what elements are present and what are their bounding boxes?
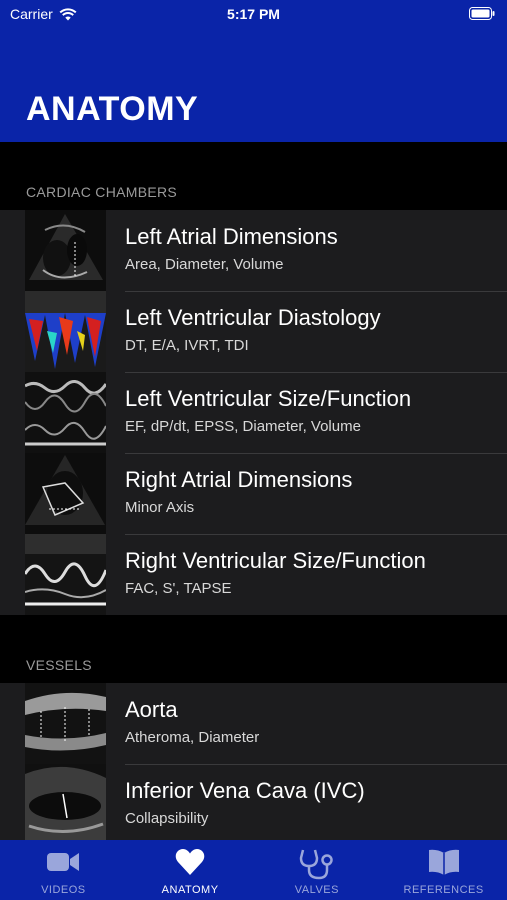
row-subtitle: EF, dP/dt, EPSS, Diameter, Volume (125, 418, 361, 435)
header: Carrier 5:17 PM ANATOMY (0, 0, 507, 142)
tab-references[interactable]: REFERENCES (380, 840, 507, 900)
tab-label: VALVES (294, 884, 339, 896)
m-mode-thumbnail (25, 534, 106, 615)
section-header-vessels: VESSELS (26, 657, 92, 673)
row-subtitle: Atheroma, Diameter (125, 729, 260, 746)
battery-icon (469, 7, 495, 23)
page-title: ANATOMY (26, 90, 199, 128)
tab-videos[interactable]: VIDEOS (0, 840, 127, 900)
row-title: Left Ventricular Size/Function (125, 386, 412, 411)
list-item-right-atrial-dimensions[interactable]: Right Atrial Dimensions Minor Axis (0, 453, 507, 535)
list-item-right-ventricular-size-function[interactable]: Right Ventricular Size/Function FAC, S',… (0, 534, 507, 615)
list-item-inferior-vena-cava[interactable]: Inferior Vena Cava (IVC) Collapsibility (0, 764, 507, 845)
m-mode-thumbnail (25, 372, 106, 453)
row-subtitle: FAC, S', TAPSE (125, 580, 232, 597)
section-header-cardiac-chambers: CARDIAC CHAMBERS (26, 184, 178, 200)
tab-label: VIDEOS (41, 884, 86, 896)
list-item-aorta[interactable]: Aorta Atheroma, Diameter (0, 683, 507, 765)
echo-thumbnail (25, 683, 106, 764)
clock: 5:17 PM (227, 6, 280, 22)
heart-icon (127, 848, 254, 878)
row-subtitle: DT, E/A, IVRT, TDI (125, 337, 249, 354)
list-item-left-ventricular-size-function[interactable]: Left Ventricular Size/Function EF, dP/dt… (0, 372, 507, 454)
row-title: Right Ventricular Size/Function (125, 548, 426, 573)
tab-label: REFERENCES (403, 884, 484, 896)
row-subtitle: Minor Axis (125, 499, 195, 516)
cardiac-chambers-list: Left Atrial Dimensions Area, Diameter, V… (0, 210, 507, 615)
row-title: Right Atrial Dimensions (125, 467, 353, 492)
book-icon (380, 848, 507, 878)
row-subtitle: Collapsibility (125, 810, 209, 827)
tab-valves[interactable]: VALVES (254, 840, 381, 900)
list-item-left-ventricular-diastology[interactable]: Left Ventricular Diastology DT, E/A, IVR… (0, 291, 507, 373)
status-bar: Carrier 5:17 PM (0, 0, 507, 28)
doppler-thumbnail (25, 291, 106, 372)
row-title: Left Atrial Dimensions (125, 224, 338, 249)
tab-anatomy[interactable]: ANATOMY (127, 840, 254, 900)
tab-label: ANATOMY (161, 884, 219, 896)
echo-thumbnail (25, 210, 106, 291)
row-title: Left Ventricular Diastology (125, 305, 381, 330)
stethoscope-icon (254, 848, 381, 880)
row-title: Aorta (125, 697, 178, 722)
row-subtitle: Area, Diameter, Volume (125, 256, 284, 273)
tab-bar: VIDEOS ANATOMY VALVES REFERENCES (0, 840, 507, 900)
video-camera-icon (0, 848, 127, 878)
vessels-list: Aorta Atheroma, Diameter Inferior Vena C… (0, 683, 507, 845)
row-title: Inferior Vena Cava (IVC) (125, 778, 365, 803)
echo-thumbnail (25, 453, 106, 534)
anatomy-list[interactable]: CARDIAC CHAMBERS Left Atrial Dimensions … (0, 142, 507, 845)
echo-thumbnail (25, 764, 106, 845)
list-item-left-atrial-dimensions[interactable]: Left Atrial Dimensions Area, Diameter, V… (0, 210, 507, 292)
